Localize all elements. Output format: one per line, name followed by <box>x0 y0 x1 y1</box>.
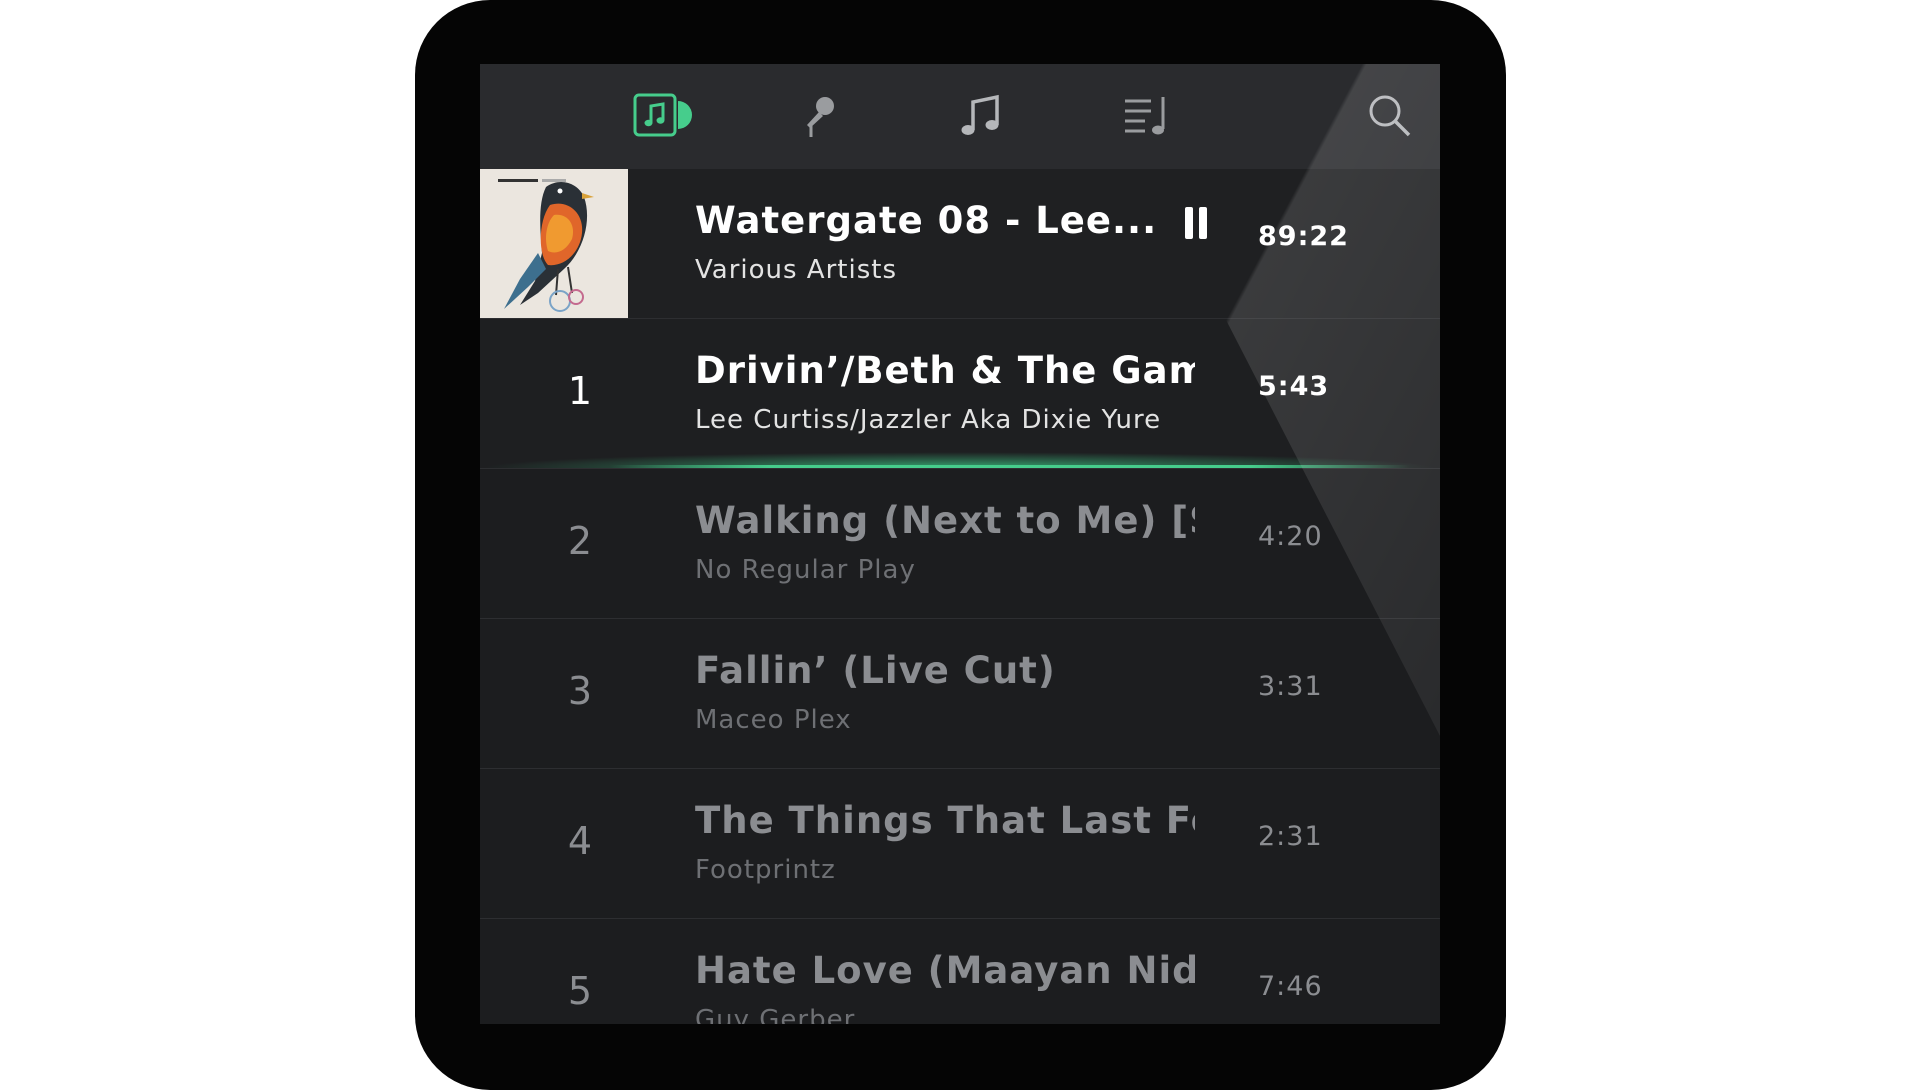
track-row[interactable]: 5 Hate Love (Maayan Nida... Guy Gerber 7… <box>480 919 1440 1024</box>
track-duration: 7:46 <box>1258 971 1323 1002</box>
track-row[interactable]: 3 Fallin’ (Live Cut) Maceo Plex 3:31 <box>480 619 1440 769</box>
tab-artists[interactable] <box>790 86 850 146</box>
track-duration: 3:31 <box>1258 671 1323 702</box>
album-cover <box>480 169 628 318</box>
track-title: Fallin’ (Live Cut) <box>695 649 1056 692</box>
track-row[interactable]: 4 The Things That Last Fore... Footprint… <box>480 769 1440 919</box>
track-title: Walking (Next to Me) [Sh... <box>695 499 1195 542</box>
now-playing-title: Watergate 08 - Lee... <box>695 199 1158 242</box>
track-number: 3 <box>567 669 593 713</box>
pause-icon <box>1185 207 1193 239</box>
now-playing-duration: 89:22 <box>1258 221 1349 252</box>
track-title: Drivin’/Beth & The Gamm... <box>695 349 1195 392</box>
playlist-icon <box>1125 97 1165 135</box>
playback-progress-bar <box>610 465 1410 468</box>
track-title: The Things That Last Fore... <box>695 799 1195 842</box>
track-duration: 5:43 <box>1258 371 1330 402</box>
player-screen: Watergate 08 - Lee... Various Artists 89… <box>480 64 1440 1024</box>
track-artist: Lee Curtiss/Jazzler Aka Dixie Yure <box>695 405 1162 435</box>
tab-now-playing[interactable] <box>632 86 692 146</box>
now-playing-artist: Various Artists <box>695 255 897 285</box>
search-icon <box>1369 95 1411 137</box>
track-number: 5 <box>567 969 593 1013</box>
now-playing-icon <box>633 93 692 137</box>
track-row[interactable]: 2 Walking (Next to Me) [Sh... No Regular… <box>480 469 1440 619</box>
track-duration: 4:20 <box>1258 521 1323 552</box>
top-nav-bar <box>480 64 1440 169</box>
track-title: Hate Love (Maayan Nida... <box>695 949 1195 992</box>
tab-playlists[interactable] <box>1116 86 1176 146</box>
track-artist: No Regular Play <box>695 555 916 585</box>
music-note-icon <box>961 94 999 135</box>
track-duration: 2:31 <box>1258 821 1323 852</box>
pause-icon-bar <box>1199 207 1207 239</box>
track-artist: Footprintz <box>695 855 836 885</box>
track-artist: Maceo Plex <box>695 705 852 735</box>
pause-button[interactable] <box>1183 207 1213 243</box>
track-number: 1 <box>567 369 593 413</box>
track-row[interactable]: 1 Drivin’/Beth & The Gamm... Lee Curtiss… <box>480 319 1440 469</box>
tab-songs[interactable] <box>952 86 1012 146</box>
track-number: 2 <box>567 519 593 563</box>
tab-search[interactable] <box>1360 86 1420 146</box>
track-artist: Guy Gerber <box>695 1005 856 1024</box>
device-frame: Watergate 08 - Lee... Various Artists 89… <box>415 0 1506 1090</box>
track-number: 4 <box>567 819 593 863</box>
bird-artwork-icon <box>480 169 628 318</box>
now-playing-row[interactable]: Watergate 08 - Lee... Various Artists 89… <box>480 169 1440 319</box>
microphone-icon <box>807 97 834 137</box>
